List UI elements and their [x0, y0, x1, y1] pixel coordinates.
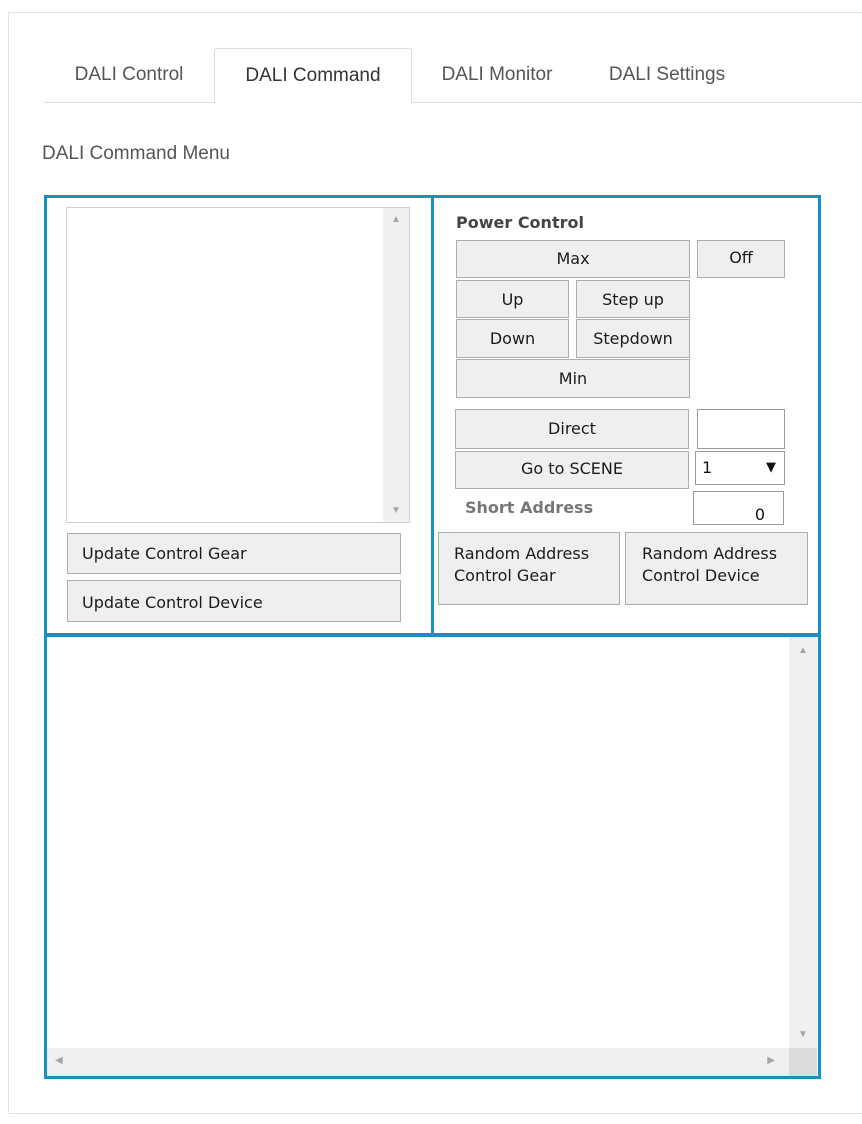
- min-button[interactable]: Min: [456, 359, 690, 398]
- scroll-down-icon[interactable]: ▼: [789, 1029, 817, 1040]
- power-control-title: Power Control: [456, 213, 584, 232]
- max-button[interactable]: Max: [456, 240, 690, 278]
- direct-button[interactable]: Direct: [455, 409, 689, 449]
- tab-dali-monitor[interactable]: DALI Monitor: [412, 48, 582, 104]
- tab-dali-settings[interactable]: DALI Settings: [582, 48, 752, 104]
- item-list[interactable]: ▲ ▼: [66, 207, 410, 523]
- random-address-control-gear-button[interactable]: Random Address Control Gear: [438, 532, 620, 605]
- log-horizontal-scrollbar[interactable]: ◀ ▶: [47, 1048, 789, 1076]
- list-vertical-scrollbar[interactable]: ▲ ▼: [383, 208, 409, 522]
- tab-dali-command[interactable]: DALI Command: [214, 48, 412, 104]
- short-address-label: Short Address: [465, 498, 594, 517]
- update-control-device-button[interactable]: Update Control Device: [67, 580, 401, 622]
- off-button[interactable]: Off: [697, 240, 785, 278]
- down-button[interactable]: Down: [456, 319, 569, 358]
- chevron-down-icon: ▼: [766, 460, 776, 475]
- scroll-up-icon[interactable]: ▲: [383, 214, 409, 225]
- step-up-button[interactable]: Step up: [576, 280, 690, 318]
- random-address-gear-line2: Control Gear: [454, 566, 556, 585]
- log-vertical-scrollbar[interactable]: ▲ ▼: [789, 637, 817, 1048]
- scroll-down-icon[interactable]: ▼: [383, 505, 409, 516]
- up-button[interactable]: Up: [456, 280, 569, 318]
- direct-value-input[interactable]: [697, 409, 785, 449]
- output-log-area[interactable]: ▲ ▼ ◀ ▶: [47, 637, 817, 1076]
- scene-select-value: 1: [702, 458, 713, 477]
- random-address-control-device-button[interactable]: Random Address Control Device: [625, 532, 808, 605]
- short-address-input[interactable]: 0: [693, 491, 784, 525]
- tab-dali-control[interactable]: DALI Control: [44, 48, 214, 104]
- go-to-scene-button[interactable]: Go to SCENE: [455, 451, 689, 489]
- scroll-left-icon[interactable]: ◀: [55, 1055, 63, 1066]
- random-address-device-line2: Control Device: [642, 566, 760, 585]
- scroll-right-icon[interactable]: ▶: [767, 1055, 775, 1066]
- tab-bar: DALI Control DALI Command DALI Monitor D…: [44, 48, 862, 104]
- scrollbar-corner: [789, 1048, 817, 1076]
- random-address-gear-line1: Random Address: [454, 544, 590, 563]
- update-control-gear-button[interactable]: Update Control Gear: [67, 533, 401, 574]
- random-address-device-line1: Random Address: [642, 544, 778, 563]
- page-title: DALI Command Menu: [42, 143, 230, 164]
- scene-select[interactable]: 1 ▼: [695, 451, 785, 485]
- scroll-up-icon[interactable]: ▲: [789, 645, 817, 656]
- stepdown-button[interactable]: Stepdown: [576, 319, 690, 358]
